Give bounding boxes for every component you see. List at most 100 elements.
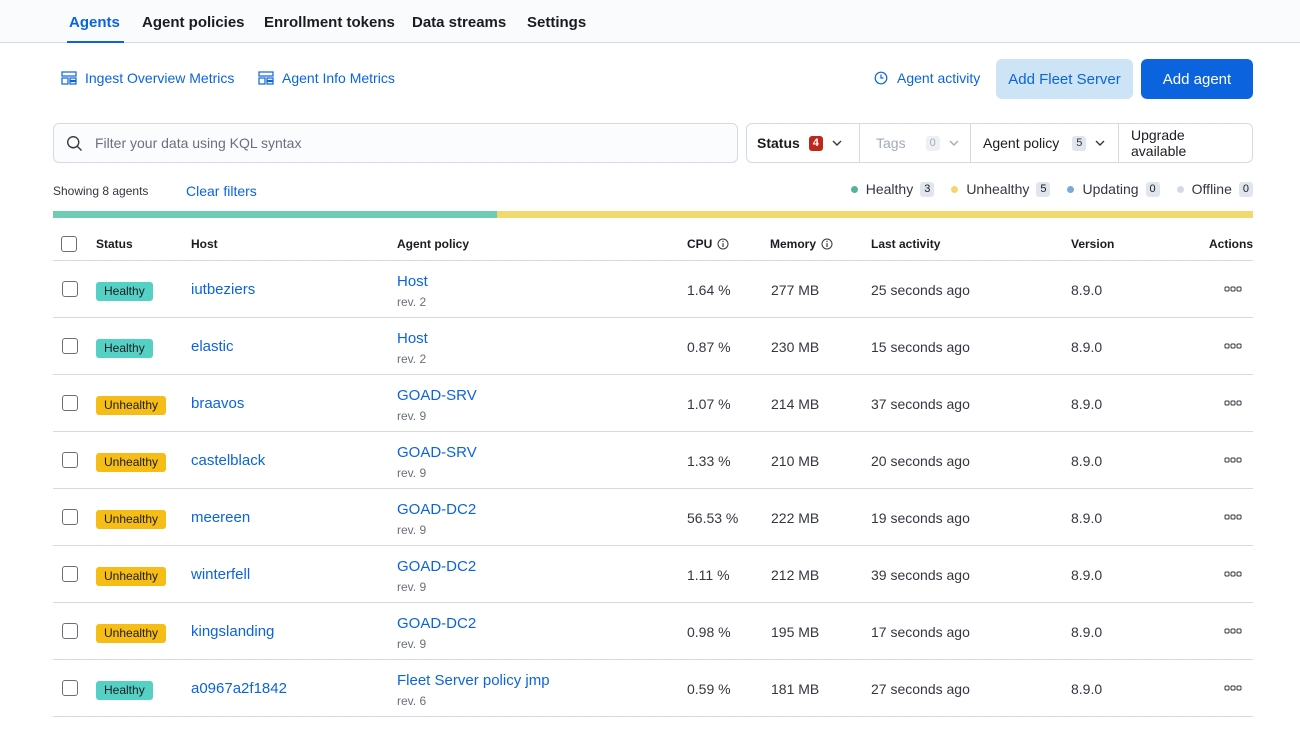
updating-dot-icon [1067, 185, 1075, 193]
ellipsis-icon [1224, 343, 1242, 349]
tab-settings[interactable]: Settings [527, 0, 586, 43]
status-badge: Healthy [96, 282, 153, 301]
row-checkbox[interactable] [62, 395, 78, 411]
agent-policy-revision: rev. 9 [397, 637, 427, 651]
row-actions-button[interactable] [1221, 452, 1245, 468]
cpu-value: 0.59 % [687, 681, 731, 697]
unhealthy-dot-icon [951, 185, 959, 193]
clear-filters-link[interactable]: Clear filters [186, 183, 257, 199]
row-actions-button[interactable] [1221, 623, 1245, 639]
row-actions-button[interactable] [1221, 566, 1245, 582]
last-activity-value: 37 seconds ago [871, 396, 970, 412]
table-row: Unhealthy meereen GOAD-DC2 rev. 9 56.53 … [53, 489, 1253, 546]
version-value: 8.9.0 [1071, 567, 1103, 583]
agent-policy-revision: rev. 9 [397, 523, 427, 537]
cpu-value: 0.87 % [687, 339, 731, 355]
ellipsis-icon [1224, 571, 1242, 577]
tags-filter-label: Tags [876, 135, 906, 151]
select-all-checkbox[interactable] [61, 236, 77, 252]
ellipsis-icon [1224, 400, 1242, 406]
status-filter-label: Status [757, 135, 800, 151]
row-checkbox[interactable] [62, 281, 78, 297]
row-actions-button[interactable] [1221, 395, 1245, 411]
agent-policy-revision: rev. 2 [397, 352, 427, 366]
last-activity-value: 27 seconds ago [871, 681, 970, 697]
agent-policy-revision: rev. 6 [397, 694, 427, 708]
status-filter-button[interactable]: Status 4 [747, 124, 860, 162]
host-link[interactable]: meereen [191, 509, 250, 526]
host-link[interactable]: braavos [191, 395, 244, 412]
tags-filter-button[interactable]: Tags 0 [860, 124, 971, 162]
agent-policy-link[interactable]: Host [397, 273, 428, 290]
legend-label: Offline [1191, 181, 1232, 197]
agent-policy-filter-label: Agent policy [983, 135, 1060, 151]
host-link[interactable]: elastic [191, 338, 234, 355]
host-link[interactable]: winterfell [191, 566, 250, 583]
row-actions-button[interactable] [1221, 509, 1245, 525]
legend-item-unhealthy: Unhealthy 5 [951, 181, 1051, 197]
agent-policy-link[interactable]: GOAD-DC2 [397, 558, 476, 575]
agent-policy-link[interactable]: Host [397, 330, 428, 347]
chevron-down-icon [1095, 140, 1105, 146]
row-actions-button[interactable] [1221, 281, 1245, 297]
column-header-agent-policy[interactable]: Agent policy [397, 237, 469, 251]
last-activity-value: 20 seconds ago [871, 453, 970, 469]
table-row: Unhealthy winterfell GOAD-DC2 rev. 9 1.1… [53, 546, 1253, 603]
host-link[interactable]: iutbeziers [191, 281, 255, 298]
agent-policy-link[interactable]: GOAD-DC2 [397, 501, 476, 518]
column-header-cpu[interactable]: CPU [687, 237, 729, 251]
status-filter-count: 4 [808, 135, 823, 151]
agent-info-metrics-label: Agent Info Metrics [282, 70, 395, 86]
column-header-memory[interactable]: Memory [770, 237, 833, 251]
column-header-last-activity[interactable]: Last activity [871, 237, 940, 251]
tab-agent-policies[interactable]: Agent policies [142, 0, 245, 43]
ingest-overview-metrics-link[interactable]: Ingest Overview Metrics [61, 68, 234, 88]
tab-enrollment-tokens[interactable]: Enrollment tokens [264, 0, 395, 43]
ellipsis-icon [1224, 457, 1242, 463]
agent-policy-filter-button[interactable]: Agent policy 5 [971, 124, 1119, 162]
row-checkbox[interactable] [62, 566, 78, 582]
ingest-overview-metrics-label: Ingest Overview Metrics [85, 70, 235, 86]
status-legend: Healthy 3 Unhealthy 5 Updating 0 Offline… [834, 181, 1253, 197]
host-link[interactable]: castelblack [191, 452, 265, 469]
host-link[interactable]: a0967a2f1842 [191, 680, 287, 697]
row-checkbox[interactable] [62, 338, 78, 354]
row-actions-button[interactable] [1221, 338, 1245, 354]
column-header-status[interactable]: Status [96, 237, 133, 251]
row-checkbox[interactable] [62, 452, 78, 468]
row-checkbox[interactable] [62, 623, 78, 639]
agent-policy-filter-count: 5 [1072, 135, 1087, 151]
host-link[interactable]: kingslanding [191, 623, 274, 640]
status-badge: Healthy [96, 681, 153, 700]
search-bar [53, 123, 738, 163]
chevron-down-icon [832, 140, 842, 146]
row-checkbox[interactable] [62, 680, 78, 696]
dashboard-icon [258, 71, 274, 85]
agent-policy-link[interactable]: GOAD-SRV [397, 444, 477, 461]
ellipsis-icon [1224, 628, 1242, 634]
info-icon[interactable] [717, 238, 729, 250]
chevron-down-icon [949, 140, 959, 146]
agent-policy-link[interactable]: GOAD-SRV [397, 387, 477, 404]
row-actions-button[interactable] [1221, 680, 1245, 696]
upgrade-available-filter-button[interactable]: Upgrade available [1119, 124, 1252, 162]
column-header-version[interactable]: Version [1071, 237, 1114, 251]
add-agent-button[interactable]: Add agent [1141, 59, 1253, 99]
add-fleet-server-button[interactable]: Add Fleet Server [996, 59, 1133, 99]
version-value: 8.9.0 [1071, 339, 1103, 355]
search-input[interactable] [93, 134, 713, 152]
agent-policy-revision: rev. 9 [397, 466, 427, 480]
memory-value: 277 MB [771, 282, 820, 298]
agent-policy-link[interactable]: GOAD-DC2 [397, 615, 476, 632]
tab-agents[interactable]: Agents [67, 0, 124, 43]
table-row: Healthy iutbeziers Host rev. 2 1.64 % 27… [53, 261, 1253, 318]
info-icon[interactable] [821, 238, 833, 250]
row-checkbox[interactable] [62, 509, 78, 525]
version-value: 8.9.0 [1071, 396, 1103, 412]
cpu-value: 1.11 % [687, 567, 730, 583]
column-header-host[interactable]: Host [191, 237, 218, 251]
agent-info-metrics-link[interactable]: Agent Info Metrics [258, 68, 395, 88]
agent-activity-link[interactable]: Agent activity [873, 68, 980, 88]
agent-policy-link[interactable]: Fleet Server policy jmp [397, 672, 550, 689]
tab-data-streams[interactable]: Data streams [412, 0, 506, 43]
